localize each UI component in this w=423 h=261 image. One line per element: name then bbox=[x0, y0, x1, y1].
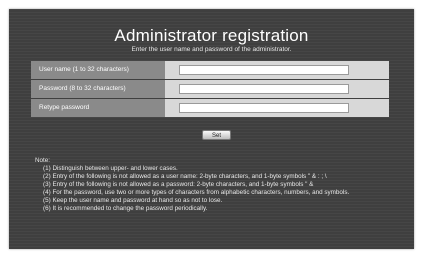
user-name-input[interactable] bbox=[179, 65, 349, 75]
note-item: (5) Keep the user name and password at h… bbox=[43, 197, 223, 204]
user-name-field-cell bbox=[165, 61, 389, 79]
note-item: (4) For the password, use two or more ty… bbox=[43, 189, 350, 196]
registration-form: User name (1 to 32 characters) Password … bbox=[31, 61, 389, 118]
user-name-label: User name (1 to 32 characters) bbox=[31, 61, 165, 79]
retype-password-input[interactable] bbox=[179, 103, 349, 113]
password-input[interactable] bbox=[179, 84, 349, 94]
notes-section: Note: (1) Distinguish between upper- and… bbox=[35, 157, 375, 213]
note-item: (3) Entry of the following is not allowe… bbox=[43, 181, 314, 188]
retype-password-row: Retype password bbox=[31, 99, 389, 117]
password-field-cell bbox=[165, 80, 389, 98]
page-title: Administrator registration bbox=[114, 26, 309, 45]
page-subtitle: Enter the user name and password of the … bbox=[131, 46, 292, 53]
user-name-row: User name (1 to 32 characters) bbox=[31, 61, 389, 79]
registration-panel: Administrator registration Enter the use… bbox=[9, 9, 414, 249]
note-item: (2) Entry of the following is not allowe… bbox=[43, 173, 327, 180]
retype-password-field-cell bbox=[165, 99, 389, 117]
notes-title: Note: bbox=[35, 157, 51, 164]
retype-password-label: Retype password bbox=[31, 99, 165, 117]
password-row: Password (8 to 32 characters) bbox=[31, 80, 389, 98]
password-label: Password (8 to 32 characters) bbox=[31, 80, 165, 98]
set-button[interactable]: Set bbox=[202, 130, 231, 140]
note-item: (1) Distinguish between upper- and lower… bbox=[43, 165, 178, 172]
note-item: (6) It is recommended to change the pass… bbox=[43, 205, 208, 212]
